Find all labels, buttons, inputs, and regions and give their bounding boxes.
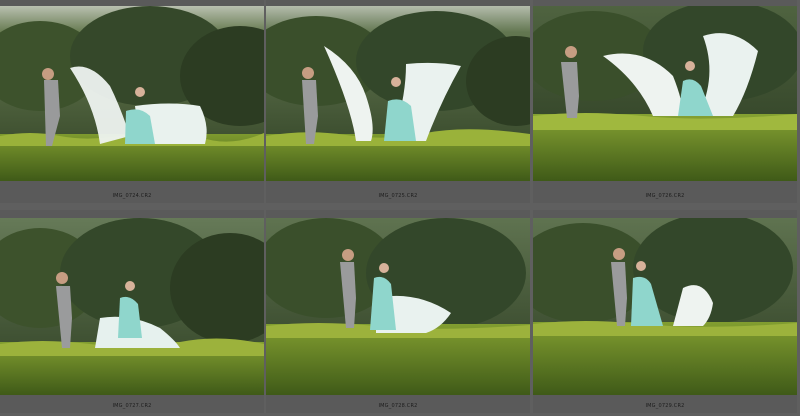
file-name-label: IMG_0725.CR2: [378, 193, 418, 199]
photo-illustration: [533, 218, 797, 395]
thumbnail-photo[interactable]: [266, 6, 530, 181]
photo-illustration: [266, 218, 530, 395]
thumbnail-cell[interactable]: IMG_0729.CR2: [533, 210, 797, 413]
file-name-label: IMG_0724.CR2: [112, 193, 152, 199]
photo-illustration: [0, 6, 264, 181]
thumbnail-photo[interactable]: [533, 6, 797, 181]
thumbnail-photo[interactable]: [0, 218, 264, 395]
thumbnail-cell[interactable]: IMG_0727.CR2: [0, 210, 264, 413]
thumbnail-cell[interactable]: IMG_0724.CR2: [0, 0, 264, 203]
thumbnail-photo[interactable]: [0, 6, 264, 181]
file-name-label: IMG_0729.CR2: [645, 403, 685, 409]
thumbnail-photo[interactable]: [533, 218, 797, 395]
thumbnail-cell[interactable]: IMG_0726.CR2: [533, 0, 797, 203]
thumbnail-grid: IMG_0724.CR2 IMG_0725.CR2 IMG_0726.CR2 I…: [0, 0, 800, 416]
file-name-label: IMG_0727.CR2: [112, 403, 152, 409]
file-name-label: IMG_0728.CR2: [378, 403, 418, 409]
photo-illustration: [266, 6, 530, 181]
photo-illustration: [533, 6, 797, 181]
photo-illustration: [0, 218, 264, 395]
thumbnail-photo[interactable]: [266, 218, 530, 395]
thumbnail-cell[interactable]: IMG_0728.CR2: [266, 210, 530, 413]
thumbnail-cell[interactable]: IMG_0725.CR2: [266, 0, 530, 203]
file-name-label: IMG_0726.CR2: [645, 193, 685, 199]
